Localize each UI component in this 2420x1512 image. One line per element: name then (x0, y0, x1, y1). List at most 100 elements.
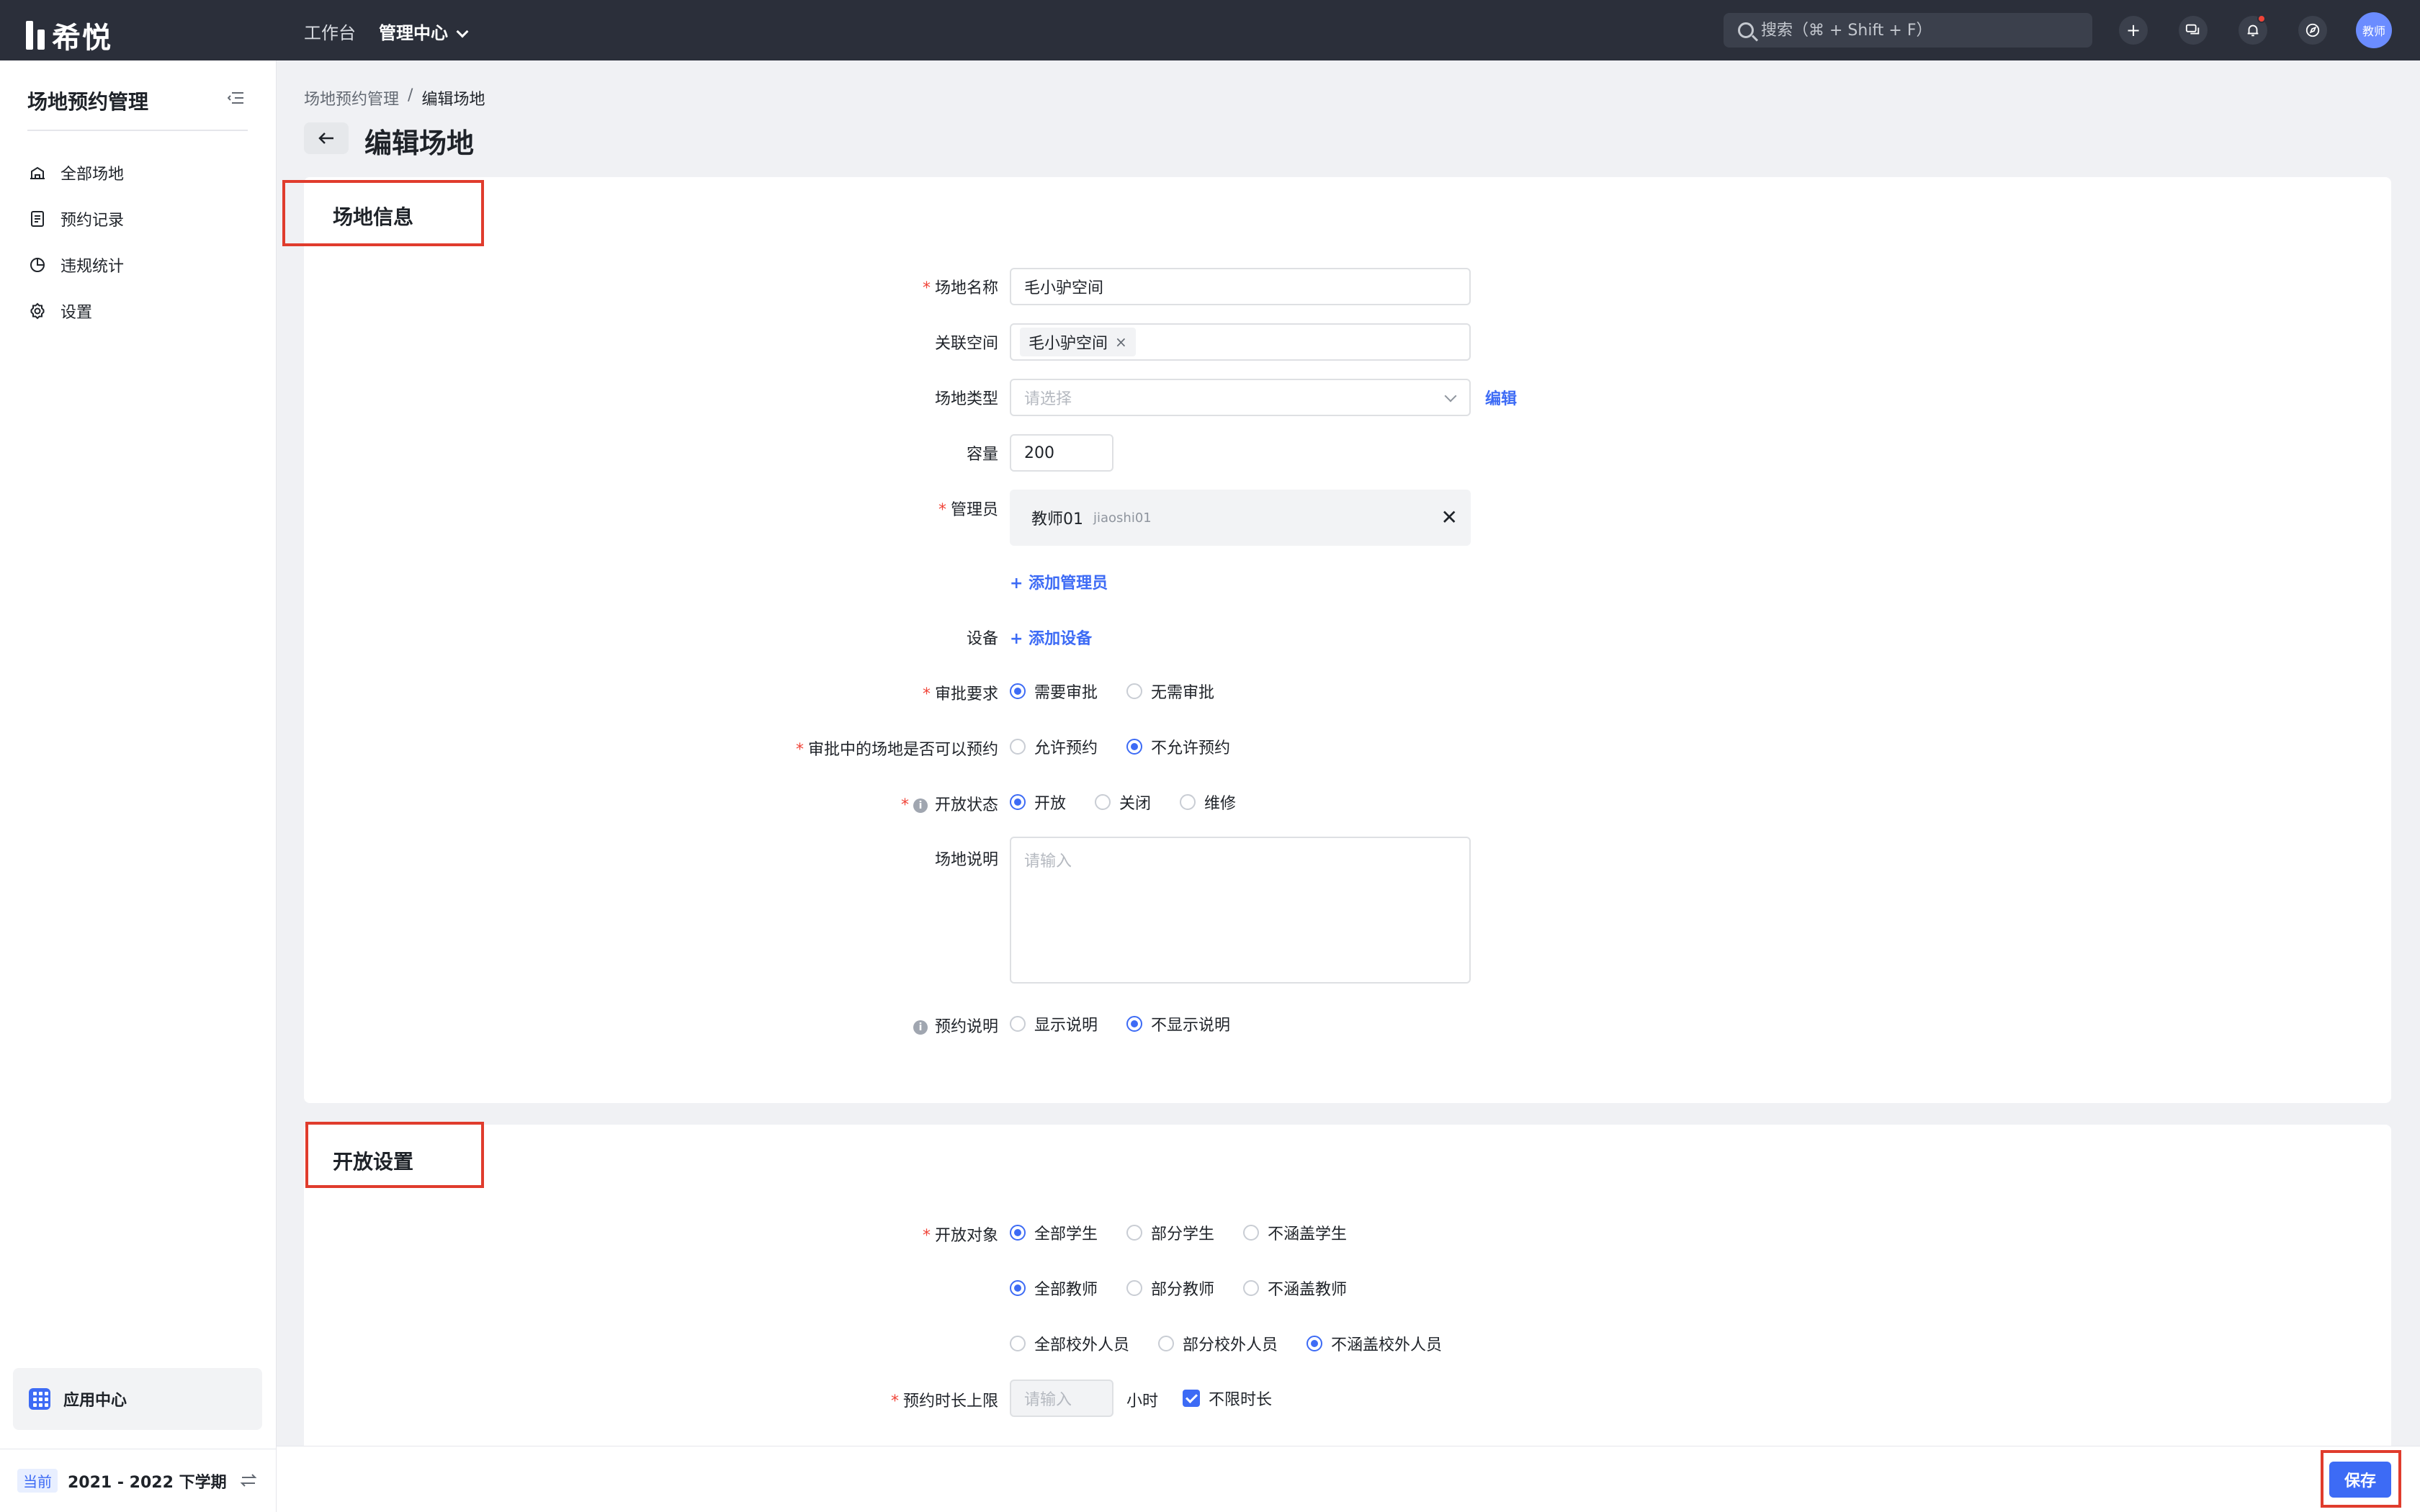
chevron-down-icon (456, 25, 469, 38)
app-logo[interactable]: 希悦 (26, 14, 112, 56)
admin-card: 教师01 jiaoshi01 ✕ (1010, 490, 1471, 546)
radio-label: 需要审批 (1034, 684, 1098, 702)
radio-option[interactable]: 无需审批 (1126, 680, 1214, 703)
arrow-left-icon (318, 132, 333, 144)
compass-icon[interactable] (2298, 16, 2327, 45)
teachers-radio-group: 全部教师 部分教师 不涵盖教师 (1010, 1277, 1367, 1300)
search-input[interactable] (1761, 21, 2078, 40)
app-center-label: 应用中心 (63, 1392, 127, 1410)
remove-admin-icon[interactable]: ✕ (1441, 505, 1458, 529)
radio-option[interactable]: 不涵盖教师 (1243, 1277, 1347, 1300)
radio-button[interactable] (1307, 1336, 1323, 1351)
venue-type-select[interactable]: 请选择 (1010, 379, 1471, 416)
radio-option[interactable]: 全部学生 (1010, 1221, 1098, 1244)
radio-button[interactable] (1243, 1280, 1260, 1296)
breadcrumb-current: 编辑场地 (421, 91, 485, 109)
checkbox-checked[interactable] (1183, 1390, 1200, 1407)
nav-workbench[interactable]: 工作台 (304, 19, 356, 44)
approval-radio-group: 需要审批 无需审批 (1010, 680, 1234, 703)
sidebar-item-all-venues[interactable]: 全部场地 (27, 161, 124, 184)
radio-label: 不涵盖教师 (1268, 1281, 1348, 1299)
field-label-open-status: * i 开放状态 (901, 792, 998, 815)
radio-button[interactable] (1010, 1280, 1026, 1296)
radio-option[interactable]: 开放 (1010, 791, 1066, 814)
collapse-sidebar-icon[interactable] (228, 91, 243, 105)
radio-button[interactable] (1010, 683, 1026, 699)
radio-option[interactable]: 需要审批 (1010, 680, 1098, 703)
field-label-text: 审批中的场地是否可以预约 (807, 741, 998, 759)
radio-button[interactable] (1158, 1336, 1175, 1351)
radio-button[interactable] (1010, 794, 1026, 810)
radio-label: 不涵盖校外人员 (1331, 1336, 1443, 1354)
radio-label: 部分学生 (1151, 1225, 1215, 1243)
radio-button[interactable] (1180, 794, 1196, 810)
swap-icon[interactable] (239, 1471, 258, 1490)
info-icon[interactable]: i (913, 798, 928, 813)
edit-type-link[interactable]: 编辑 (1485, 386, 1517, 409)
venue-name-input[interactable]: 毛小驴空间 (1010, 268, 1471, 305)
add-admin-link[interactable]: + 添加管理员 (1010, 570, 1108, 593)
external-radio-group: 全部校外人员 部分校外人员 不涵盖校外人员 (1010, 1332, 1462, 1355)
field-label-text: 审批要求 (934, 685, 998, 703)
radio-button[interactable] (1126, 683, 1143, 699)
radio-button[interactable] (1126, 1225, 1143, 1241)
sidebar-item-violation-stats[interactable]: 违规统计 (27, 253, 124, 276)
chevron-down-icon (1444, 390, 1457, 402)
radio-option[interactable]: 全部教师 (1010, 1277, 1098, 1300)
radio-option[interactable]: 不显示说明 (1126, 1012, 1230, 1035)
radio-button[interactable] (1126, 1016, 1143, 1032)
info-icon[interactable]: i (913, 1020, 928, 1035)
radio-button[interactable] (1126, 739, 1143, 755)
breadcrumb-parent[interactable]: 场地预约管理 (304, 86, 399, 109)
sidebar-item-label: 设置 (60, 304, 93, 322)
page-title: 编辑场地 (364, 127, 475, 159)
add-device-link[interactable]: + 添加设备 (1010, 626, 1092, 649)
app-center-button[interactable]: 应用中心 (13, 1368, 262, 1430)
radio-label: 开放 (1034, 795, 1067, 813)
radio-option[interactable]: 维修 (1180, 791, 1236, 814)
building-icon (30, 166, 45, 179)
radio-button[interactable] (1095, 794, 1111, 810)
radio-option[interactable]: 不允许预约 (1126, 735, 1230, 758)
global-search[interactable] (1724, 13, 2092, 48)
sidebar-item-booking-records[interactable]: 预约记录 (27, 207, 124, 230)
breadcrumb-separator: / (408, 86, 413, 104)
close-icon[interactable]: × (1115, 333, 1127, 351)
radio-label: 允许预约 (1034, 739, 1098, 757)
radio-option[interactable]: 部分教师 (1126, 1277, 1214, 1300)
radio-button[interactable] (1010, 1225, 1026, 1241)
radio-button[interactable] (1243, 1225, 1260, 1241)
bell-icon[interactable] (2238, 14, 2267, 45)
checkbox-label: 不限时长 (1209, 1391, 1273, 1409)
radio-option[interactable]: 显示说明 (1010, 1012, 1098, 1035)
pending-booking-radio-group: 允许预约 不允许预约 (1010, 735, 1250, 758)
linked-space-select[interactable]: 毛小驴空间 × (1010, 323, 1471, 361)
term-switcher[interactable]: 当前 2021 - 2022 下学期 (0, 1449, 277, 1512)
duration-input[interactable]: 请输入 (1010, 1380, 1113, 1417)
radio-button[interactable] (1010, 1336, 1026, 1351)
plus-icon[interactable]: + (2119, 16, 2148, 45)
nav-admin-center[interactable]: 管理中心 (379, 19, 469, 44)
description-textarea[interactable]: 请输入 (1010, 837, 1471, 984)
capacity-input[interactable]: 200 (1010, 434, 1113, 472)
radio-option[interactable]: 全部校外人员 (1010, 1332, 1129, 1355)
radio-option[interactable]: 允许预约 (1010, 735, 1098, 758)
radio-button[interactable] (1126, 1280, 1143, 1296)
unlimited-duration-checkbox[interactable]: 不限时长 (1183, 1387, 1272, 1410)
radio-option[interactable]: 不涵盖校外人员 (1307, 1332, 1442, 1355)
radio-button[interactable] (1010, 739, 1026, 755)
required-mark: * (795, 741, 804, 759)
sidebar-item-settings[interactable]: 设置 (27, 300, 92, 323)
avatar[interactable]: 教师 (2356, 12, 2392, 48)
radio-option[interactable]: 部分学生 (1126, 1221, 1214, 1244)
field-label-space: 关联空间 (934, 335, 998, 353)
radio-button[interactable] (1010, 1016, 1026, 1032)
field-label-booking-note: i 预约说明 (913, 1014, 998, 1037)
radio-label: 全部学生 (1034, 1225, 1098, 1243)
radio-option[interactable]: 不涵盖学生 (1243, 1221, 1347, 1244)
notification-dot (2257, 14, 2266, 23)
radio-option[interactable]: 关闭 (1095, 791, 1151, 814)
radio-option[interactable]: 部分校外人员 (1158, 1332, 1278, 1355)
message-icon[interactable] (2179, 16, 2208, 45)
back-button[interactable] (304, 122, 349, 154)
